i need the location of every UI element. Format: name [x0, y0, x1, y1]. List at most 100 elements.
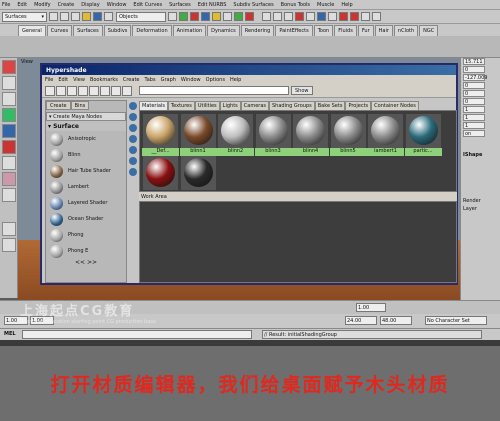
- layer-tab[interactable]: Layer: [461, 206, 500, 214]
- shelf-tab[interactable]: Curves: [46, 25, 73, 36]
- menu-item-3[interactable]: Create: [58, 2, 75, 8]
- menu-item-8[interactable]: Edit NURBS: [198, 2, 227, 8]
- sphere-icon[interactable]: [129, 135, 137, 143]
- current-frame-field[interactable]: 1.00: [356, 303, 386, 312]
- channel-value[interactable]: 1: [463, 114, 485, 121]
- channel-value[interactable]: 0: [463, 82, 485, 89]
- hypershade-menu-item[interactable]: Options: [206, 77, 225, 83]
- mask-icon[interactable]: [234, 12, 243, 21]
- node-item-ocean-shader[interactable]: Ocean Shader: [46, 211, 126, 227]
- shelf-tab[interactable]: Toon: [313, 25, 334, 36]
- shelf-tab[interactable]: Fluids: [334, 25, 357, 36]
- graph-input-icon[interactable]: [78, 85, 88, 96]
- materials-swatch-area[interactable]: __Def... blinn1 blinn2 blinn3 blinn4 blinn5 la…: [139, 110, 457, 192]
- work-area[interactable]: [139, 201, 457, 283]
- rearrange-graph-icon[interactable]: [122, 85, 132, 96]
- node-item-layered-shader[interactable]: Layered Shader: [46, 195, 126, 211]
- show-bottom-tabs-icon[interactable]: [56, 85, 66, 96]
- select-hierarchy-icon[interactable]: [82, 12, 91, 21]
- hypershade-menu-item[interactable]: Graph: [161, 77, 176, 83]
- tab-projects[interactable]: Projects: [345, 101, 372, 110]
- node-item-phong[interactable]: Phong: [46, 227, 126, 243]
- clear-graph-icon[interactable]: [111, 85, 121, 96]
- tool-settings-toggle-icon[interactable]: [361, 12, 370, 21]
- select-object-icon[interactable]: [93, 12, 102, 21]
- snap-point-icon[interactable]: [284, 12, 293, 21]
- material-swatch[interactable]: blinn2: [217, 113, 254, 156]
- ipr-render-icon[interactable]: [317, 12, 326, 21]
- lasso-tool-icon[interactable]: [2, 76, 16, 90]
- select-component-icon[interactable]: [104, 12, 113, 21]
- menu-item-11[interactable]: Muscle: [317, 2, 334, 8]
- mask-icon[interactable]: [190, 12, 199, 21]
- menu-item-10[interactable]: Bonus Tools: [281, 2, 310, 8]
- channel-value[interactable]: on: [463, 130, 485, 137]
- shelf-tab[interactable]: Hair: [374, 25, 393, 36]
- select-tool-icon[interactable]: [2, 60, 16, 74]
- hypershade-search-input[interactable]: [139, 86, 289, 95]
- node-item-hair-tube-shader[interactable]: Hair Tube Shader: [46, 163, 126, 179]
- manipulator-tool-icon[interactable]: [2, 156, 16, 170]
- render-icon[interactable]: [306, 12, 315, 21]
- shelf-tab[interactable]: Fur: [357, 25, 374, 36]
- tab-lights[interactable]: Lights: [219, 101, 241, 110]
- history-icon[interactable]: [295, 12, 304, 21]
- tab-bake-sets[interactable]: Bake Sets: [314, 101, 346, 110]
- rotate-tool-icon[interactable]: [2, 124, 16, 138]
- tab-create[interactable]: Create: [46, 101, 71, 110]
- channel-value[interactable]: 0: [463, 66, 485, 73]
- left-scroll-nav[interactable]: << >>: [46, 259, 126, 267]
- shelf-tab[interactable]: Subdivs: [103, 25, 132, 36]
- attribute-editor-toggle-icon[interactable]: [350, 12, 359, 21]
- tab-bins[interactable]: Bins: [70, 101, 90, 110]
- graph-output-icon[interactable]: [89, 85, 99, 96]
- menu-item-2[interactable]: Modify: [34, 2, 51, 8]
- show-top-tabs-icon[interactable]: [45, 85, 55, 96]
- hypershade-menu-item[interactable]: Create: [123, 77, 140, 83]
- shelf-tab[interactable]: Deformation: [132, 25, 172, 36]
- mask-icon[interactable]: [212, 12, 221, 21]
- material-swatch[interactable]: __Def...: [142, 113, 179, 156]
- move-tool-icon[interactable]: [2, 108, 16, 122]
- save-scene-icon[interactable]: [71, 12, 80, 21]
- surface-category-header[interactable]: ▾ Surface: [46, 121, 126, 131]
- open-scene-icon[interactable]: [60, 12, 69, 21]
- sphere-icon[interactable]: [129, 168, 137, 176]
- channel-value[interactable]: 1: [463, 106, 485, 113]
- soft-mod-tool-icon[interactable]: [2, 172, 16, 186]
- render-settings-icon[interactable]: [328, 12, 337, 21]
- channel-box-toggle-icon[interactable]: [339, 12, 348, 21]
- material-swatch[interactable]: [180, 155, 217, 198]
- hypershade-menu-item[interactable]: Help: [230, 77, 241, 83]
- material-swatch[interactable]: partic...: [404, 113, 442, 156]
- menu-item-6[interactable]: Edit Curves: [133, 2, 162, 8]
- viewport-menu-view[interactable]: View: [21, 59, 33, 65]
- shelf-tab[interactable]: nCloth: [393, 25, 419, 36]
- shelf-tab[interactable]: Animation: [172, 25, 207, 36]
- hypershade-menu-item[interactable]: Bookmarks: [90, 77, 118, 83]
- channel-value[interactable]: 0: [463, 98, 485, 105]
- sphere-icon[interactable]: [129, 113, 137, 121]
- material-swatch[interactable]: blinn3: [254, 113, 292, 156]
- show-manipulator-icon[interactable]: [2, 188, 16, 202]
- snap-grid-icon[interactable]: [262, 12, 271, 21]
- render-tab[interactable]: Render: [461, 198, 500, 206]
- mask-icon[interactable]: [168, 12, 177, 21]
- shelf-tab[interactable]: Surfaces: [73, 25, 103, 36]
- channel-value[interactable]: 15.711: [463, 58, 485, 65]
- node-item-phong-e[interactable]: Phong E: [46, 243, 126, 259]
- sphere-icon[interactable]: [129, 146, 137, 154]
- material-swatch[interactable]: [142, 155, 179, 198]
- end-time-field[interactable]: 24.00: [345, 316, 377, 325]
- show-button[interactable]: Show: [291, 86, 313, 95]
- material-swatch[interactable]: blinn5: [329, 113, 367, 156]
- material-swatch[interactable]: blinn4: [292, 113, 329, 156]
- hypershade-menu-item[interactable]: File: [45, 77, 53, 83]
- material-swatch[interactable]: blinn1: [179, 113, 217, 156]
- character-set-dropdown[interactable]: No Character Set: [425, 316, 487, 325]
- tab-cameras[interactable]: Cameras: [240, 101, 269, 110]
- menu-item-9[interactable]: Subdiv Surfaces: [233, 2, 273, 8]
- menu-item-0[interactable]: File: [2, 2, 10, 8]
- mask-icon[interactable]: [179, 12, 188, 21]
- show-both-tabs-icon[interactable]: [67, 85, 77, 96]
